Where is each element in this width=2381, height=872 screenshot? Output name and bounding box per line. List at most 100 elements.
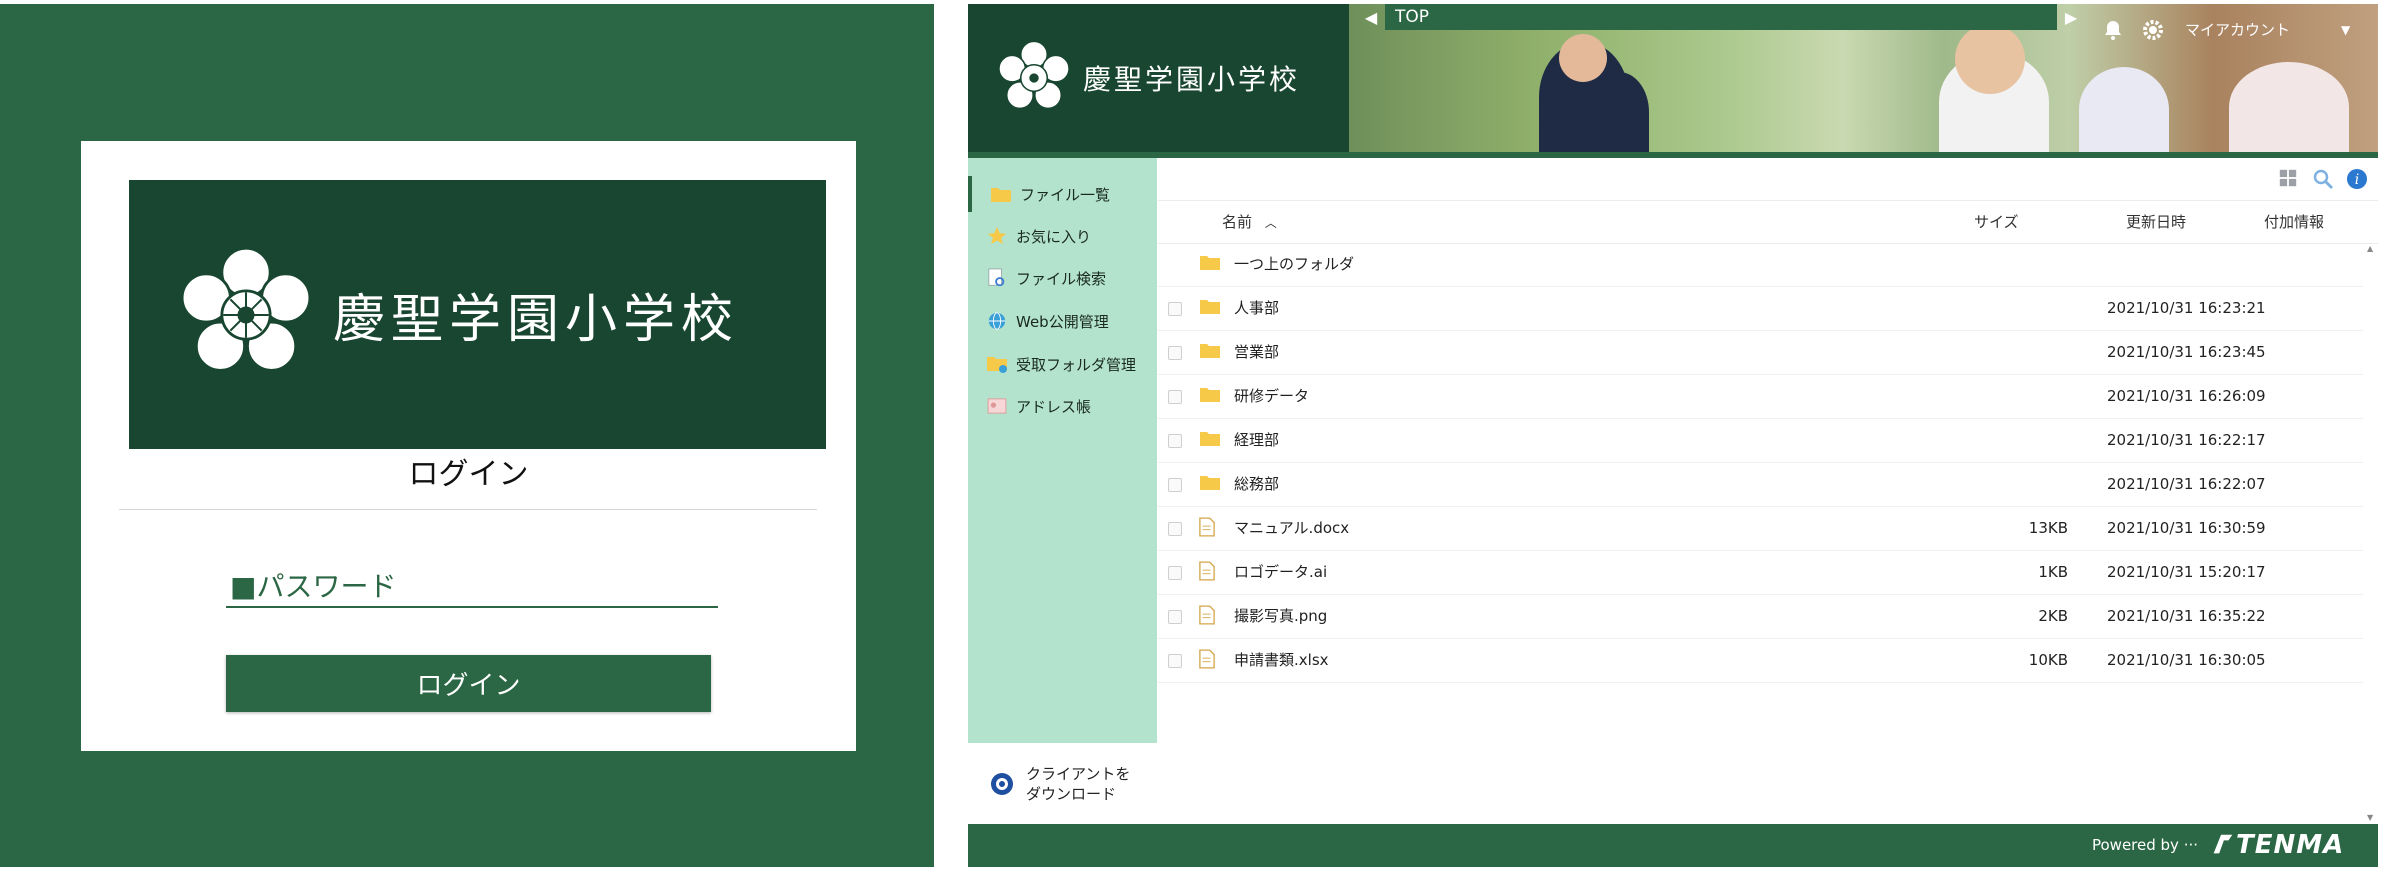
file-size xyxy=(1918,418,2068,462)
tenma-logo: TENMA xyxy=(2208,828,2358,862)
gear-icon[interactable] xyxy=(2141,18,2165,42)
table-row[interactable]: マニュアル.docx 13KB 2021/10/31 16:30:59 xyxy=(1158,506,2363,551)
file-size: 10KB xyxy=(2028,651,2068,669)
tenma-brand: TENMA xyxy=(2236,830,2345,860)
info-icon[interactable]: i xyxy=(2346,168,2368,190)
table-row[interactable]: 申請書類.xlsx 10KB 2021/10/31 16:30:05 xyxy=(1158,638,2363,683)
bell-icon[interactable] xyxy=(2101,18,2125,42)
file-name[interactable]: 研修データ xyxy=(1234,374,1309,418)
file-size xyxy=(1918,242,2068,286)
row-checkbox[interactable] xyxy=(1168,390,1182,404)
divider xyxy=(119,509,817,510)
table-row[interactable]: 研修データ 2021/10/31 16:26:09 xyxy=(1158,374,2363,419)
sidebar-item-favorites[interactable]: お気に入り xyxy=(968,218,1157,254)
row-checkbox[interactable] xyxy=(1168,346,1182,360)
column-size[interactable]: サイズ xyxy=(1974,201,2019,243)
row-checkbox[interactable] xyxy=(1168,566,1182,580)
folder-icon xyxy=(1199,385,1221,405)
scrollbar[interactable]: ▲ ▼ xyxy=(2366,242,2376,824)
search-icon[interactable] xyxy=(2312,168,2334,190)
row-checkbox[interactable] xyxy=(1168,610,1182,624)
column-name[interactable]: 名前 ︿ xyxy=(1222,201,1277,243)
file-name[interactable]: 撮影写真.png xyxy=(1234,594,1327,638)
sidebar-item-file-search[interactable]: ファイル検索 xyxy=(968,260,1157,296)
file-name[interactable]: 一つ上のフォルダ xyxy=(1234,242,1354,286)
row-checkbox[interactable] xyxy=(1168,654,1182,668)
file-size xyxy=(1918,462,2068,506)
view-toolbar: i xyxy=(2278,168,2368,192)
table-row[interactable]: 経理部 2021/10/31 16:22:17 xyxy=(1158,418,2363,463)
password-input[interactable] xyxy=(226,566,718,608)
sidebar-item-label: Web公開管理 xyxy=(1016,312,1109,331)
table-row[interactable]: 営業部 2021/10/31 16:23:45 xyxy=(1158,330,2363,375)
login-card: 慶聖学園小学校 ログイン ログイン xyxy=(81,141,856,751)
school-name: 慶聖学園小学校 xyxy=(333,290,740,350)
row-checkbox[interactable] xyxy=(1168,302,1182,316)
sidebar-item-address-book[interactable]: アドレス帳 xyxy=(968,388,1157,424)
nav-forward-icon[interactable]: ▶ xyxy=(2061,8,2081,28)
login-panel: 慶聖学園小学校 ログイン ログイン xyxy=(0,4,934,867)
column-info[interactable]: 付加情報 xyxy=(2264,201,2324,243)
file-size xyxy=(1918,374,2068,418)
sidebar-item-web-publish[interactable]: Web公開管理 xyxy=(968,303,1157,339)
file-name[interactable]: 経理部 xyxy=(1234,418,1279,462)
login-banner: 慶聖学園小学校 xyxy=(129,180,826,449)
chevron-down-icon: ▼ xyxy=(2341,23,2351,37)
table-row[interactable]: 総務部 2021/10/31 16:22:07 xyxy=(1158,462,2363,507)
file-updated: 2021/10/31 16:23:21 xyxy=(2107,299,2266,317)
file-updated: 2021/10/31 16:22:17 xyxy=(2107,431,2266,449)
file-list: 一つ上のフォルダ 人事部 2021/10/31 16:23:21 営業部 2021/10… xyxy=(1158,242,2378,683)
table-row[interactable]: 撮影写真.png 2KB 2021/10/31 16:35:22 xyxy=(1158,594,2363,639)
row-checkbox[interactable] xyxy=(1168,478,1182,492)
folder-icon xyxy=(1199,297,1221,317)
file-size xyxy=(1918,330,2068,374)
scroll-up-icon[interactable]: ▲ xyxy=(2367,244,2373,253)
file-name[interactable]: マニュアル.docx xyxy=(1234,506,1349,550)
file-size xyxy=(1918,286,2068,330)
scroll-down-icon[interactable]: ▼ xyxy=(2367,813,2373,822)
file-manager-panel: 慶聖学園小学校 ◀ TOP ▶ マイアカウント ▼ ファイル一覧 お気に入り フ… xyxy=(968,4,2378,867)
client-download-label: クライアントをダウンロード xyxy=(1026,765,1131,803)
top-bar: ◀ TOP ▶ マイアカウント ▼ xyxy=(1349,4,2378,40)
file-icon xyxy=(1199,517,1221,537)
sidebar-item-label: 受取フォルダ管理 xyxy=(1016,355,1137,374)
school-crest-icon xyxy=(175,244,317,386)
tenma-mark-icon xyxy=(2213,834,2233,854)
table-row[interactable]: ロゴデータ.ai 1KB 2021/10/31 15:20:17 xyxy=(1158,550,2363,595)
file-name[interactable]: 営業部 xyxy=(1234,330,1279,374)
folder-icon xyxy=(1199,429,1221,449)
client-download-link[interactable]: クライアントをダウンロード xyxy=(968,750,1157,818)
file-name[interactable]: 人事部 xyxy=(1234,286,1279,330)
sidebar: ファイル一覧 お気に入り ファイル検索 Web公開管理 受取フォルダ管理 アドレ… xyxy=(968,158,1157,818)
login-button[interactable]: ログイン xyxy=(226,655,711,712)
table-row[interactable]: 一つ上のフォルダ xyxy=(1158,242,2363,287)
file-name[interactable]: 申請書類.xlsx xyxy=(1234,638,1329,682)
table-row[interactable]: 人事部 2021/10/31 16:23:21 xyxy=(1158,286,2363,331)
globe-icon xyxy=(986,311,1008,331)
address-book-icon xyxy=(986,396,1008,416)
receive-folder-icon xyxy=(986,354,1008,374)
file-updated: 2021/10/31 16:23:45 xyxy=(2107,343,2266,361)
sidebar-item-label: お気に入り xyxy=(1016,227,1092,246)
file-search-icon xyxy=(986,268,1008,288)
star-icon xyxy=(986,226,1008,246)
row-checkbox[interactable] xyxy=(1168,434,1182,448)
file-updated: 2021/10/31 15:20:17 xyxy=(2107,563,2266,581)
header-logo[interactable]: 慶聖学園小学校 xyxy=(968,4,1348,152)
sidebar-item-file-list[interactable]: ファイル一覧 xyxy=(968,176,1161,212)
row-checkbox[interactable] xyxy=(1168,522,1182,536)
breadcrumb[interactable]: TOP xyxy=(1385,4,2057,30)
nav-back-icon[interactable]: ◀ xyxy=(1361,8,1381,28)
grid-view-icon[interactable] xyxy=(2278,168,2300,190)
folder-icon xyxy=(1199,473,1221,493)
column-name-label: 名前 xyxy=(1222,213,1253,231)
sidebar-item-label: ファイル一覧 xyxy=(1020,185,1111,204)
client-download-icon xyxy=(990,772,1014,796)
file-name[interactable]: ロゴデータ.ai xyxy=(1234,550,1327,594)
file-name[interactable]: 総務部 xyxy=(1234,462,1279,506)
my-account-menu[interactable]: マイアカウント ▼ xyxy=(2185,18,2355,42)
sidebar-item-receive-folder[interactable]: 受取フォルダ管理 xyxy=(968,346,1157,382)
column-updated[interactable]: 更新日時 xyxy=(2126,201,2186,243)
sort-ascending-icon: ︿ xyxy=(1264,216,1277,230)
folder-icon xyxy=(990,184,1012,204)
